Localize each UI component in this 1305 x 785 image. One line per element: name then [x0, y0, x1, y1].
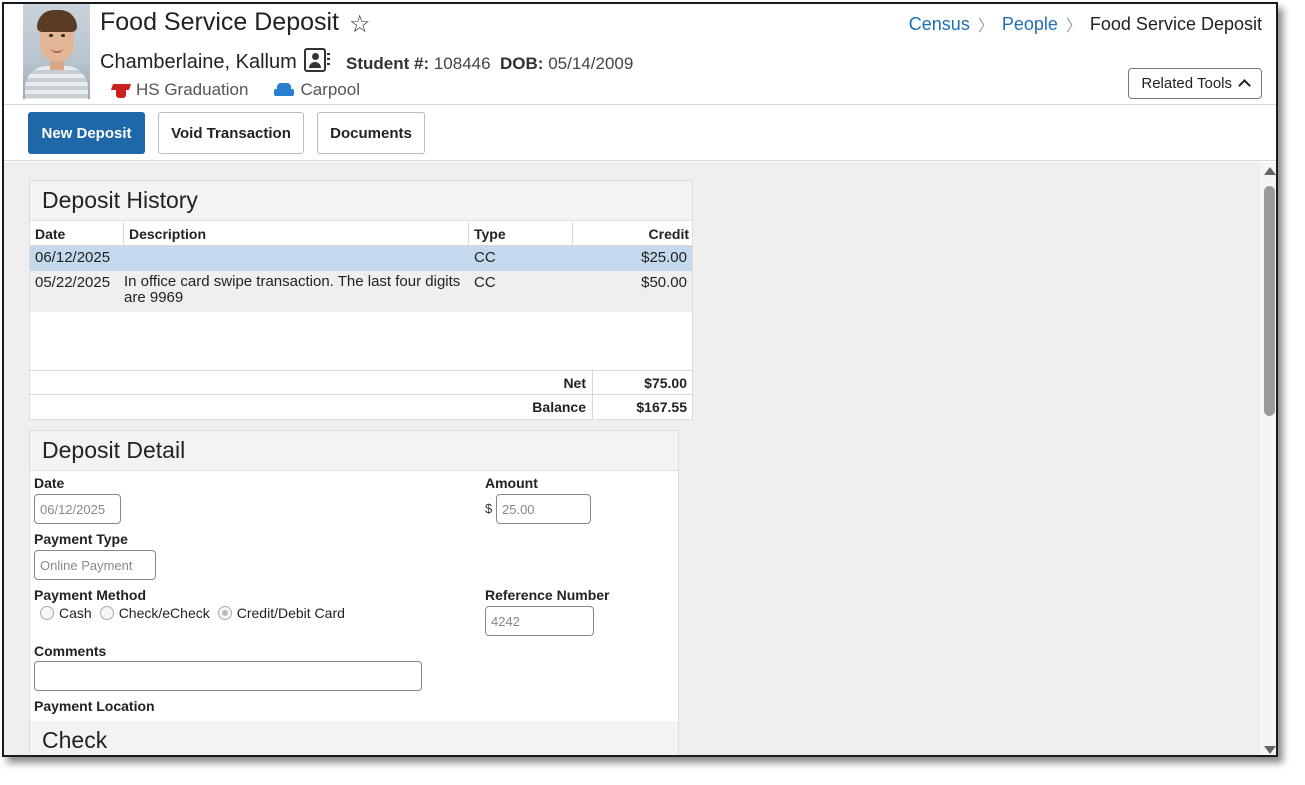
reference-number-field[interactable] — [485, 606, 594, 636]
star-icon[interactable]: ☆ — [349, 10, 371, 39]
student-header: Food Service Deposit ☆ Census 〉 People 〉… — [4, 4, 1276, 105]
breadcrumb-census[interactable]: Census — [909, 14, 970, 35]
car-icon — [274, 83, 295, 97]
row-type: CC — [474, 274, 496, 291]
balance-label: Balance — [532, 399, 586, 415]
breadcrumb-current: Food Service Deposit — [1089, 13, 1262, 34]
radio-button[interactable] — [99, 606, 114, 620]
row-credit: $50.00 — [641, 274, 687, 291]
currency-symbol: $ — [485, 501, 493, 516]
row-description: In office card swipe transaction. The la… — [124, 273, 461, 306]
student-photo — [23, 4, 90, 99]
net-row: Net $75.00 — [30, 370, 692, 395]
row-type: CC — [474, 249, 496, 266]
graduation-cap-icon — [112, 82, 130, 98]
void-transaction-button[interactable]: Void Transaction — [158, 112, 304, 154]
action-toolbar: New Deposit Void Transaction Documents — [4, 105, 1276, 161]
new-deposit-button[interactable]: New Deposit — [28, 112, 145, 154]
breadcrumb-people[interactable]: People — [1002, 14, 1058, 35]
related-tools-button[interactable]: Related Tools — [1128, 68, 1262, 99]
row-credit: $25.00 — [641, 249, 687, 266]
radio-cash[interactable]: Cash — [40, 605, 92, 621]
payment-location-label: Payment Location — [34, 698, 155, 714]
net-label: Net — [563, 375, 586, 391]
history-header-row: Date Description Type Credit — [30, 222, 692, 246]
deposit-history-title: Deposit History — [30, 181, 692, 221]
flag-hs-graduation[interactable]: HS Graduation — [112, 80, 248, 100]
contact-card-icon[interactable] — [304, 48, 330, 72]
comments-label: Comments — [34, 643, 107, 659]
comments-field[interactable] — [34, 661, 422, 691]
net-value: $75.00 — [592, 371, 692, 395]
row-date: 06/12/2025 — [35, 249, 111, 266]
student-number-label: Student #: — [346, 54, 430, 73]
row-date: 05/22/2025 — [35, 274, 111, 291]
student-name: Chamberlaine, Kallum — [100, 51, 297, 73]
app-window: Food Service Deposit ☆ Census 〉 People 〉… — [2, 2, 1278, 757]
student-number: 108446 — [433, 54, 491, 73]
row-description — [124, 246, 469, 252]
payment-type-label: Payment Type — [34, 531, 128, 547]
dob-label: DOB: — [500, 54, 544, 73]
table-row[interactable]: 06/12/2025 CC $25.00 — [30, 246, 692, 271]
payment-type-field[interactable] — [34, 550, 156, 580]
scroll-thumb[interactable] — [1264, 186, 1275, 416]
scroll-up-icon[interactable] — [1264, 167, 1276, 175]
breadcrumb: Census 〉 People 〉 Food Service Deposit — [909, 12, 1262, 36]
chevron-right-icon: 〉 — [1065, 18, 1082, 35]
main-content: Deposit History Date Description Type Cr… — [4, 162, 1260, 755]
student-flags: HS Graduation Carpool — [112, 80, 360, 100]
flag-carpool[interactable]: Carpool — [274, 80, 360, 100]
table-row[interactable]: 05/22/2025 In office card swipe transact… — [30, 271, 692, 312]
amount-field[interactable] — [496, 494, 591, 524]
deposit-detail-title: Deposit Detail — [30, 431, 678, 471]
page-title: Food Service Deposit — [100, 8, 340, 36]
balance-value: $167.55 — [592, 395, 692, 419]
amount-label: Amount — [485, 475, 538, 491]
column-description[interactable]: Description — [124, 222, 469, 246]
chevron-right-icon: 〉 — [977, 18, 994, 35]
payment-method-radios: Cash Check/eCheck Credit/Debit Card — [40, 605, 347, 621]
vertical-scrollbar[interactable] — [1260, 162, 1276, 755]
payment-method-label: Payment Method — [34, 587, 147, 603]
column-type[interactable]: Type — [469, 222, 573, 246]
radio-credit-debit-card[interactable]: Credit/Debit Card — [217, 605, 345, 621]
dob-value: 05/14/2009 — [548, 54, 634, 73]
chevron-up-icon — [1238, 79, 1251, 92]
balance-row: Balance $167.55 — [30, 394, 692, 419]
check-section-title: Check — [30, 721, 678, 755]
radio-button-selected[interactable] — [217, 606, 232, 620]
documents-button[interactable]: Documents — [317, 112, 425, 154]
student-meta: Student #: 108446 DOB: 05/14/2009 — [346, 54, 633, 74]
radio-check-echeck[interactable]: Check/eCheck — [99, 605, 210, 621]
deposit-detail-panel: Deposit Detail Date Amount $ Payment Typ… — [29, 430, 679, 755]
date-label: Date — [34, 475, 65, 491]
reference-number-label: Reference Number — [485, 587, 610, 603]
column-date[interactable]: Date — [30, 222, 124, 246]
date-field[interactable] — [34, 494, 121, 524]
radio-button[interactable] — [40, 606, 54, 620]
deposit-history-panel: Deposit History Date Description Type Cr… — [29, 180, 693, 420]
column-credit[interactable]: Credit — [573, 222, 694, 246]
scroll-down-icon[interactable] — [1264, 746, 1276, 754]
